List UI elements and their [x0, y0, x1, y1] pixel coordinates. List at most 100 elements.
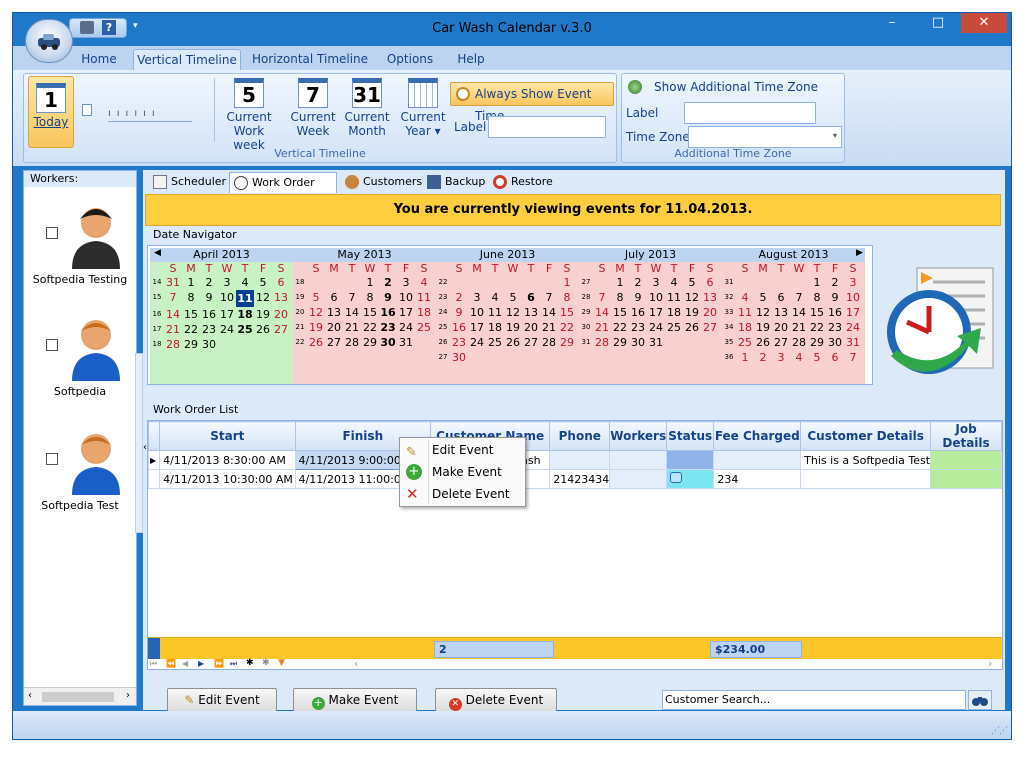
edit-event-button[interactable]: ✎ Edit Event	[167, 688, 277, 712]
cell-fee[interactable]: 234	[713, 469, 802, 489]
cell-fee[interactable]	[713, 450, 802, 470]
calendar-day[interactable]: 13	[272, 290, 290, 307]
calendar-day[interactable]: 12	[307, 305, 325, 320]
column-header-phone[interactable]: Phone	[549, 421, 611, 451]
calendar-day[interactable]: 15	[361, 305, 379, 320]
calendar-day[interactable]: 20	[772, 320, 790, 335]
calendar-day[interactable]: 25	[486, 335, 504, 350]
calendar-day[interactable]: 2	[826, 275, 844, 290]
calendar-day[interactable]: 23	[629, 320, 647, 335]
calendar-day[interactable]: 24	[397, 320, 415, 335]
cell-job-details[interactable]	[930, 469, 1002, 489]
calendar-day[interactable]: 2	[379, 275, 397, 290]
calendar-day[interactable]: 14	[164, 307, 182, 322]
calendar-day[interactable]: 27	[701, 320, 719, 335]
calendar-day[interactable]: 12	[504, 305, 522, 320]
calendar-day[interactable]: 26	[683, 320, 701, 335]
calendar-day[interactable]: 12	[683, 290, 701, 305]
calendar-day[interactable]: 10	[468, 305, 486, 320]
calendar-day[interactable]: 8	[361, 290, 379, 305]
calendar-day[interactable]: 24	[218, 322, 236, 337]
delete-event-button[interactable]: ✕ Delete Event	[435, 688, 557, 712]
calendar-day[interactable]: 9	[379, 290, 397, 305]
calendar-day[interactable]: 22	[361, 320, 379, 335]
calendar-day[interactable]: 3	[397, 275, 415, 290]
prev-month-icon[interactable]: ◀	[154, 248, 161, 258]
calendar-day[interactable]: 25	[736, 335, 754, 350]
calendar-day[interactable]: 19	[683, 305, 701, 320]
binoculars-icon[interactable]	[968, 690, 992, 710]
first-record-icon[interactable]: ⏮	[150, 659, 157, 669]
calendar-day[interactable]: 17	[397, 305, 415, 320]
current-year-button[interactable]: Current Year ▾	[400, 78, 446, 148]
calendar-day[interactable]: 29	[808, 335, 826, 350]
calendar-day[interactable]: 30	[379, 335, 397, 350]
context-delete-event[interactable]: ✕ Delete Event	[400, 483, 525, 505]
scroll-right-icon[interactable]: ›	[126, 690, 130, 701]
calendar-day[interactable]: 11	[736, 305, 754, 320]
calendar-day[interactable]: 19	[307, 320, 325, 335]
calendar-day[interactable]: 9	[200, 290, 218, 307]
calendar-day[interactable]: 6	[272, 275, 290, 290]
calendar-day[interactable]: 27	[272, 322, 290, 337]
calendar-day[interactable]: 2	[200, 275, 218, 290]
calendar-day[interactable]: 31	[164, 275, 182, 290]
column-header-customer-details[interactable]: Customer Details	[800, 421, 932, 451]
calendar-day[interactable]: 2	[754, 350, 772, 365]
prev-record-icon[interactable]: ◀	[182, 659, 188, 668]
calendar-day[interactable]: 14	[790, 305, 808, 320]
calendar-day[interactable]: 6	[826, 350, 844, 365]
cell-phone[interactable]	[549, 450, 611, 470]
calendar-day[interactable]: 6	[325, 290, 343, 305]
resize-grip-icon[interactable]: ⋰⋰	[991, 726, 1008, 736]
zoom-slider[interactable]: ıııııı	[108, 106, 192, 122]
scroll-thumb[interactable]	[42, 692, 114, 702]
calendar-day[interactable]: 25	[665, 320, 683, 335]
calendar-day[interactable]: 12	[254, 290, 272, 307]
calendar-day[interactable]: 29	[558, 335, 576, 350]
worker-item[interactable]: Softpedia Test	[24, 419, 136, 529]
calendar-day[interactable]: 9	[450, 305, 468, 320]
calendar-day[interactable]: 31	[844, 335, 862, 350]
calendar-day[interactable]: 28	[343, 335, 361, 350]
calendar-day[interactable]: 22	[558, 320, 576, 335]
calendar-day[interactable]: 28	[164, 337, 182, 352]
cell-status[interactable]	[666, 469, 715, 489]
calendar-day[interactable]: 11	[415, 290, 433, 305]
calendar-day[interactable]: 16	[826, 305, 844, 320]
calendar-day[interactable]: 4	[486, 290, 504, 305]
calendar-day[interactable]: 26	[504, 335, 522, 350]
workers-vscrollbar[interactable]	[135, 353, 143, 533]
calendar-day[interactable]: 16	[200, 307, 218, 322]
calendar-day[interactable]: 6	[701, 275, 719, 290]
calendar-day[interactable]: 20	[325, 320, 343, 335]
calendar-day[interactable]: 26	[307, 335, 325, 350]
calendar-day[interactable]: 19	[754, 320, 772, 335]
month-title[interactable]: April 2013	[150, 248, 293, 262]
calendar-day[interactable]: 19	[254, 307, 272, 322]
calendar-day[interactable]: 24	[844, 320, 862, 335]
calendar-day[interactable]: 21	[540, 320, 558, 335]
calendar-day[interactable]: 29	[611, 335, 629, 350]
calendar-day[interactable]: 4	[790, 350, 808, 365]
next-month-icon[interactable]: ▶	[856, 248, 863, 258]
calendar-day[interactable]: 15	[182, 307, 200, 322]
calendar-day[interactable]: 7	[164, 290, 182, 307]
close-button[interactable]: ✕	[961, 13, 1007, 33]
calendar-day[interactable]: 3	[844, 275, 862, 290]
calendar-day[interactable]: 7	[593, 290, 611, 305]
calendar-day[interactable]: 6	[772, 290, 790, 305]
tab-restore[interactable]: Restore	[489, 172, 555, 193]
tab-vertical-timeline[interactable]: Vertical Timeline	[133, 49, 241, 70]
label-input[interactable]	[488, 116, 606, 138]
calendar-day[interactable]: 1	[808, 275, 826, 290]
next-page-icon[interactable]: ⏩	[214, 659, 224, 668]
calendar-day[interactable]: 5	[307, 290, 325, 305]
calendar-day[interactable]: 18	[736, 320, 754, 335]
calendar-day[interactable]: 22	[611, 320, 629, 335]
calendar-day[interactable]: 30	[200, 337, 218, 352]
calendar-day[interactable]: 25	[236, 322, 254, 337]
month-title[interactable]: May 2013	[293, 248, 436, 262]
today-button[interactable]: 1 Today	[28, 76, 74, 148]
calendar-day[interactable]: 8	[808, 290, 826, 305]
